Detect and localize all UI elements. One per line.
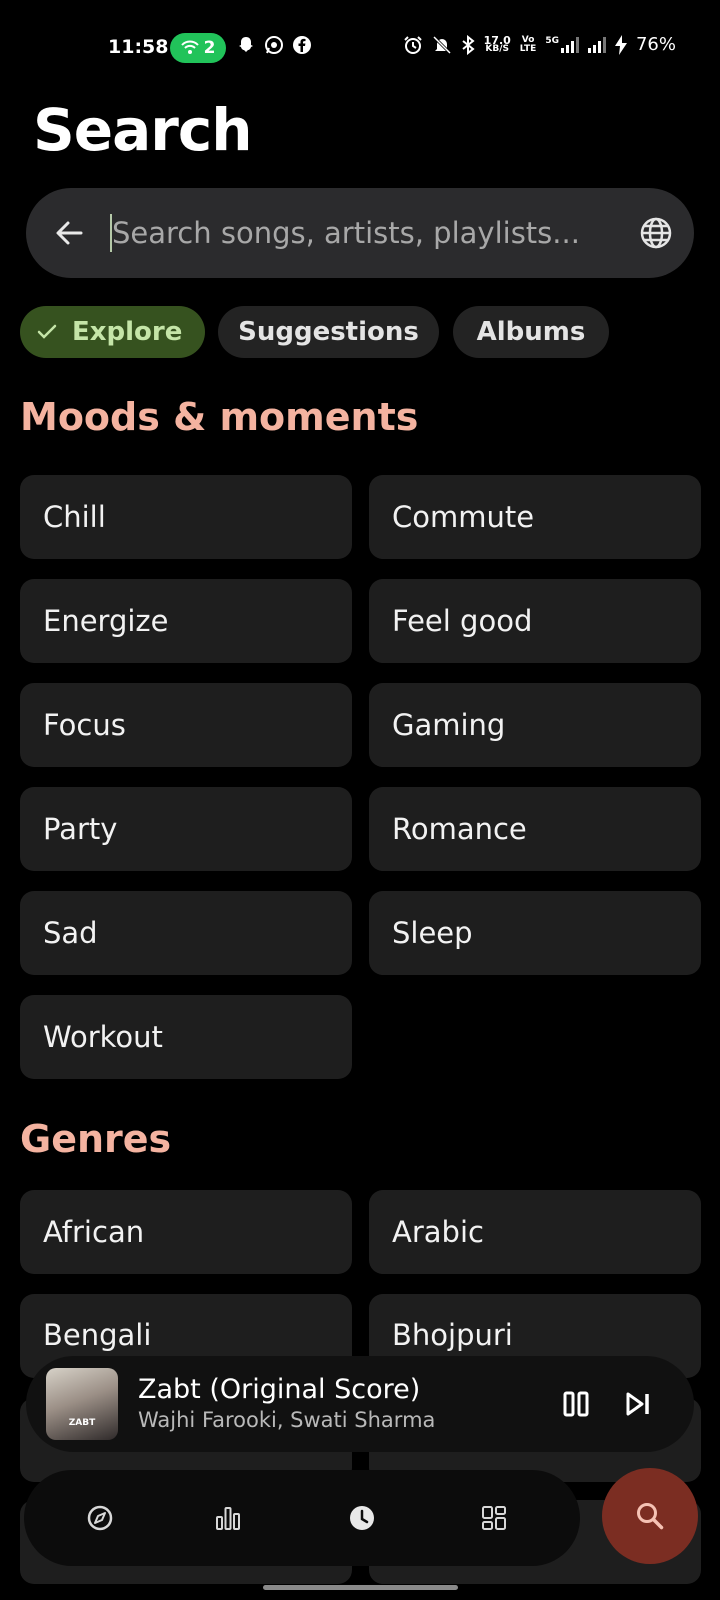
charts-icon [216,1507,240,1530]
alarm-icon [403,35,422,54]
genre-tile[interactable]: African [20,1190,352,1274]
search-input[interactable] [112,206,602,260]
song-artist: Wajhi Farooki, Swati Sharma [138,1408,436,1432]
hotspot-icon [180,40,199,54]
chip-suggestions[interactable]: Suggestions [218,306,439,358]
signal-icon [560,36,579,53]
notification-icons [236,35,312,55]
network-speed: 17.0 KB/S [483,33,511,54]
cover-title: ZABT [68,1418,96,1428]
genre-tile[interactable]: Arabic [369,1190,701,1274]
mood-tile[interactable]: Party [20,787,352,871]
status-time: 11:58 [108,36,169,58]
gesture-bar [263,1585,458,1590]
volte-indicator: Vo LTE [519,34,537,54]
nav-history[interactable] [340,1496,384,1540]
battery-level: 76% [635,34,676,55]
arrow-left-icon [56,221,83,245]
chip-label: Albums [476,317,586,347]
section-title-moods: Moods & moments [20,395,419,439]
muted-bell-icon [432,35,451,54]
album-cover[interactable]: ZABT [46,1368,118,1440]
mood-tile[interactable]: Workout [20,995,352,1079]
song-title: Zabt (Original Score) [138,1374,421,1405]
mood-tile[interactable]: Chill [20,475,352,559]
page-title: Search [33,96,253,164]
pause-button[interactable] [556,1384,596,1424]
library-icon [482,1506,506,1530]
mood-tile[interactable]: Sad [20,891,352,975]
mood-tile[interactable]: Sleep [369,891,701,975]
language-button[interactable] [636,213,676,253]
status-bar: 11:58 2 17.0 KB/S Vo LTE 5G 76% [0,0,720,96]
section-title-genres: Genres [20,1117,172,1161]
back-button[interactable] [48,212,90,254]
snapchat-icon [239,37,253,52]
mood-tile[interactable]: Feel good [369,579,701,663]
explore-icon [87,1505,113,1531]
search-fab[interactable] [602,1468,698,1564]
next-track-button[interactable] [618,1384,658,1424]
mood-tile[interactable]: Focus [20,683,352,767]
chip-albums[interactable]: Albums [453,306,609,358]
bottom-nav [24,1470,580,1566]
bluetooth-icon [462,34,475,55]
search-icon [637,1503,664,1530]
hotspot-indicator: 2 [170,33,226,63]
system-icons: 17.0 KB/S Vo LTE 5G 76% [403,34,676,55]
mood-tile[interactable]: Energize [20,579,352,663]
nav-explore[interactable] [78,1496,122,1540]
search-bar[interactable] [26,188,694,278]
nav-library[interactable] [472,1496,516,1540]
nav-charts[interactable] [206,1496,250,1540]
hotspot-count: 2 [203,38,216,58]
signal-5g: 5G [545,36,579,53]
chip-label: Explore [72,317,183,347]
whatsapp-icon [265,36,283,54]
mini-player[interactable]: ZABT Zabt (Original Score) Wajhi Farooki… [26,1356,694,1452]
facebook-icon [293,36,311,54]
mood-tile[interactable]: Gaming [369,683,701,767]
chip-explore[interactable]: Explore [20,306,205,358]
history-icon [350,1506,374,1530]
mood-tile[interactable]: Romance [369,787,701,871]
pause-icon [563,1391,589,1417]
skip-next-icon [626,1392,649,1416]
globe-icon [640,217,672,249]
mood-tile[interactable]: Commute [369,475,701,559]
checkmark-icon [37,324,57,339]
charging-icon [614,34,627,55]
chip-label: Suggestions [238,317,419,347]
signal-icon-2 [587,36,606,53]
